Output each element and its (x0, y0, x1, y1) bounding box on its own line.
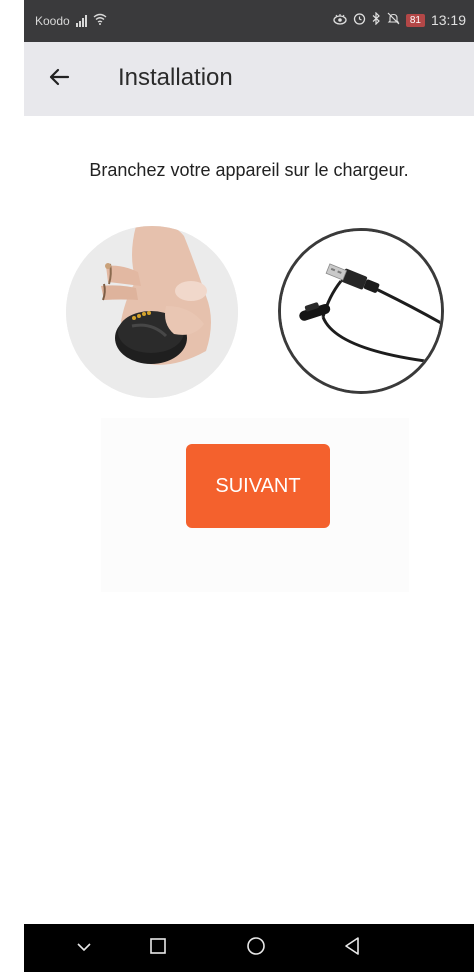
signal-icon (75, 14, 87, 27)
wifi-icon (93, 13, 107, 28)
alarm-icon (353, 12, 366, 28)
battery-icon: 81 (405, 13, 425, 27)
status-time: 13:19 (430, 12, 466, 28)
circle-icon (246, 936, 266, 961)
arrow-left-icon (48, 67, 70, 92)
eye-icon (333, 12, 347, 28)
carrier-name: Koodo (35, 13, 70, 28)
status-right: 81 13:19 (333, 11, 466, 28)
device-in-hand-photo (66, 226, 238, 398)
status-bar: Koodo 81 13:19 (24, 0, 474, 42)
hide-keyboard-button[interactable] (72, 936, 96, 960)
home-button[interactable] (244, 936, 268, 960)
recents-button[interactable] (146, 936, 170, 960)
chevron-down-icon (76, 939, 92, 957)
square-icon (149, 937, 167, 960)
screen: Koodo 81 13:19 Installation Branchez vot… (0, 0, 474, 972)
button-panel: SUIVANT (101, 418, 409, 592)
page-title: Installation (118, 64, 233, 91)
phone-screen: Koodo 81 13:19 Installation Branchez vot… (24, 0, 474, 972)
next-button[interactable]: SUIVANT (186, 444, 330, 528)
navigation-bar (24, 924, 474, 972)
back-nav-button[interactable] (340, 936, 364, 960)
bluetooth-icon (372, 11, 381, 28)
triangle-back-icon (343, 936, 361, 961)
instruction-text: Branchez votre appareil sur le chargeur. (89, 160, 409, 180)
back-button[interactable] (44, 64, 74, 94)
charging-cable-photo (278, 228, 444, 394)
mute-icon (387, 12, 400, 28)
app-bar: Installation (24, 42, 474, 116)
status-left: Koodo (35, 13, 107, 28)
